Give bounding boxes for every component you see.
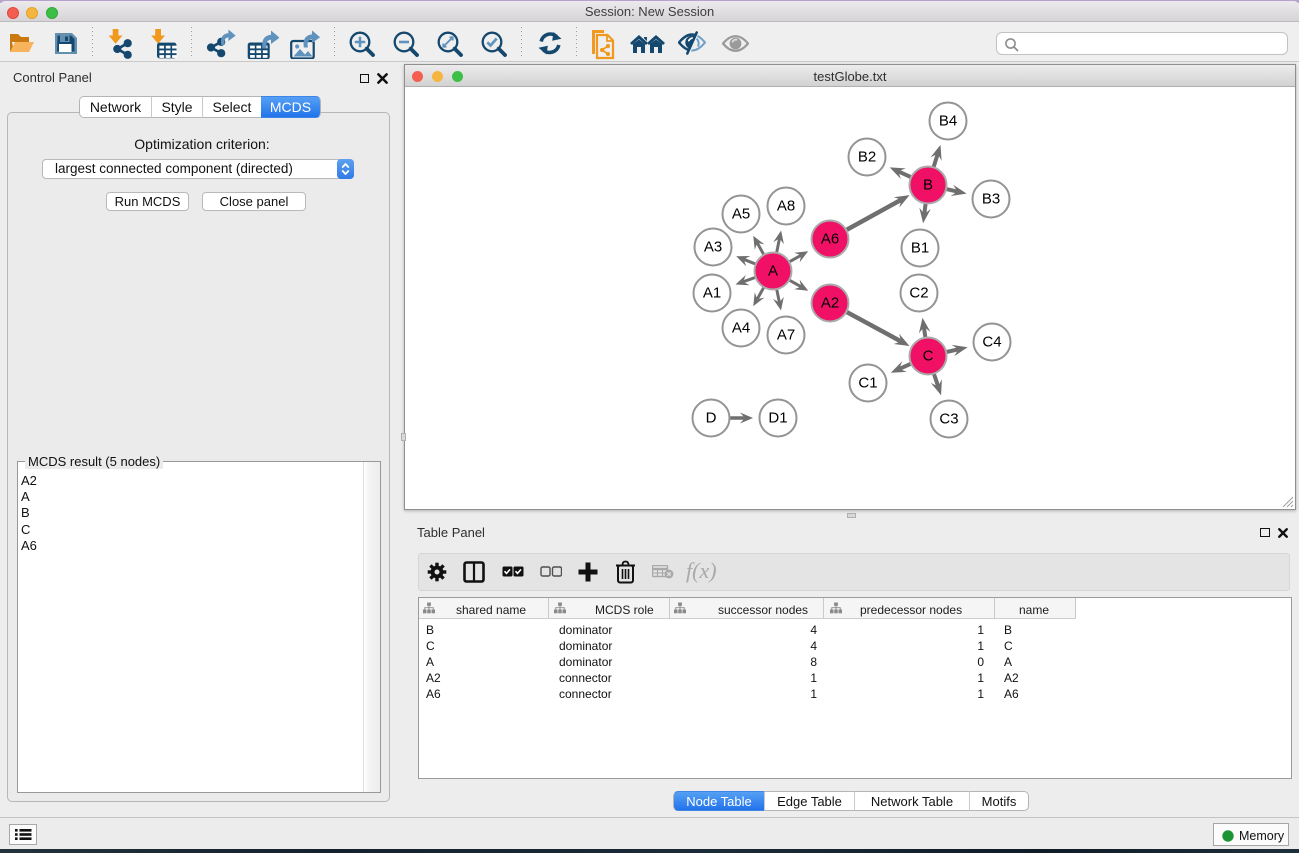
svg-text:D: D — [706, 410, 717, 427]
svg-text:A7: A7 — [777, 327, 795, 344]
svg-text:A3: A3 — [704, 239, 722, 256]
svg-text:A: A — [768, 263, 778, 280]
svg-text:C4: C4 — [982, 334, 1001, 351]
svg-text:C2: C2 — [909, 285, 928, 302]
svg-text:B3: B3 — [982, 191, 1000, 208]
svg-text:B1: B1 — [911, 240, 929, 257]
svg-text:B4: B4 — [939, 113, 957, 130]
svg-text:C3: C3 — [939, 411, 958, 428]
svg-text:C1: C1 — [858, 375, 877, 392]
svg-text:A8: A8 — [777, 198, 795, 215]
svg-text:B2: B2 — [858, 149, 876, 166]
svg-text:A6: A6 — [821, 231, 839, 248]
svg-text:D1: D1 — [768, 410, 787, 427]
svg-text:A1: A1 — [703, 285, 721, 302]
svg-text:A4: A4 — [732, 320, 750, 337]
svg-text:A2: A2 — [821, 295, 839, 312]
svg-text:B: B — [923, 177, 933, 194]
svg-text:A5: A5 — [732, 206, 750, 223]
svg-text:C: C — [923, 348, 934, 365]
